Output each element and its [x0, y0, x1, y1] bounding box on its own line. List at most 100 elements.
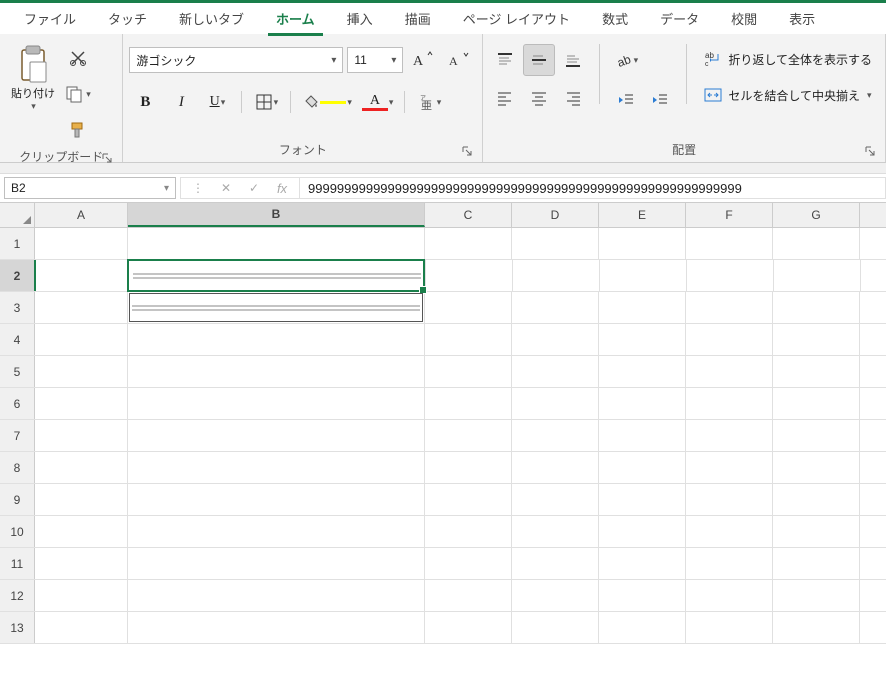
tab-formulas[interactable]: 数式: [592, 4, 638, 33]
cell-G12[interactable]: [773, 580, 860, 611]
cell-C7[interactable]: [425, 420, 512, 451]
cell-B4[interactable]: [128, 324, 425, 355]
cell-B6[interactable]: [128, 388, 425, 419]
format-painter-button[interactable]: [62, 114, 94, 146]
row-header-6[interactable]: 6: [0, 388, 35, 419]
cell-D13[interactable]: [512, 612, 599, 643]
font-name-selector[interactable]: 游ゴシック ▾: [129, 47, 343, 73]
cell-C4[interactable]: [425, 324, 512, 355]
cell-A10[interactable]: [35, 516, 128, 547]
cell-B9[interactable]: [128, 484, 425, 515]
cell-C8[interactable]: [425, 452, 512, 483]
cell-C2[interactable]: [426, 260, 513, 291]
cell-G9[interactable]: [773, 484, 860, 515]
cell-E8[interactable]: [599, 452, 686, 483]
row-header-13[interactable]: 13: [0, 612, 35, 643]
row-header-4[interactable]: 4: [0, 324, 35, 355]
cell-B8[interactable]: [128, 452, 425, 483]
cell-A8[interactable]: [35, 452, 128, 483]
tab-page-layout[interactable]: ページ レイアウト: [453, 4, 580, 33]
cell-D7[interactable]: [512, 420, 599, 451]
decrease-font-size-button[interactable]: A: [443, 44, 475, 76]
cell-B5[interactable]: [128, 356, 425, 387]
wrap-text-button[interactable]: abc 折り返して全体を表示する: [697, 44, 879, 74]
tab-data[interactable]: データ: [650, 4, 709, 33]
cell-E5[interactable]: [599, 356, 686, 387]
cell-F9[interactable]: [686, 484, 773, 515]
cell-D4[interactable]: [512, 324, 599, 355]
cell-D2[interactable]: [513, 260, 600, 291]
cell-A1[interactable]: [35, 228, 128, 259]
cell-A5[interactable]: [35, 356, 128, 387]
tab-newtab[interactable]: 新しいタブ: [169, 4, 254, 33]
align-top-button[interactable]: [489, 44, 521, 76]
cell-F11[interactable]: [686, 548, 773, 579]
bold-button[interactable]: B: [129, 86, 161, 118]
cell-E9[interactable]: [599, 484, 686, 515]
cell-D9[interactable]: [512, 484, 599, 515]
row-header-5[interactable]: 5: [0, 356, 35, 387]
cell-C9[interactable]: [425, 484, 512, 515]
cell-A7[interactable]: [35, 420, 128, 451]
align-right-button[interactable]: [557, 82, 589, 114]
cell-F7[interactable]: [686, 420, 773, 451]
tab-touch[interactable]: タッチ: [98, 4, 157, 33]
formula-handle-icon[interactable]: ⋮: [189, 181, 207, 195]
col-header-G[interactable]: G: [773, 203, 860, 227]
name-box[interactable]: B2 ▾: [4, 177, 176, 199]
col-header-A[interactable]: A: [35, 203, 128, 227]
cell-G8[interactable]: [773, 452, 860, 483]
cancel-formula-button[interactable]: ✕: [217, 181, 235, 195]
cell-D3[interactable]: [512, 292, 599, 323]
underline-button[interactable]: U▾: [201, 86, 233, 118]
cell-A2[interactable]: [36, 260, 129, 291]
cut-button[interactable]: [62, 42, 94, 74]
font-dialog-launcher[interactable]: [460, 144, 474, 158]
cell-D12[interactable]: [512, 580, 599, 611]
cell-A3[interactable]: [35, 292, 128, 323]
paste-button[interactable]: 貼り付け▾: [6, 38, 60, 118]
font-color-button[interactable]: A ▾: [359, 86, 397, 118]
alignment-dialog-launcher[interactable]: [863, 144, 877, 158]
cell-F2[interactable]: [687, 260, 774, 291]
row-header-10[interactable]: 10: [0, 516, 35, 547]
col-header-F[interactable]: F: [686, 203, 773, 227]
cell-A4[interactable]: [35, 324, 128, 355]
tab-home[interactable]: ホーム: [266, 4, 325, 33]
increase-indent-button[interactable]: [644, 84, 676, 116]
cell-A13[interactable]: [35, 612, 128, 643]
cell-F4[interactable]: [686, 324, 773, 355]
cell-G10[interactable]: [773, 516, 860, 547]
align-left-button[interactable]: [489, 82, 521, 114]
cell-F5[interactable]: [686, 356, 773, 387]
cell-D1[interactable]: [512, 228, 599, 259]
cell-G6[interactable]: [773, 388, 860, 419]
row-header-12[interactable]: 12: [0, 580, 35, 611]
col-header-E[interactable]: E: [599, 203, 686, 227]
align-center-button[interactable]: [523, 82, 555, 114]
cell-G1[interactable]: [773, 228, 860, 259]
tab-draw[interactable]: 描画: [395, 4, 441, 33]
cell-B12[interactable]: [128, 580, 425, 611]
cell-E11[interactable]: [599, 548, 686, 579]
cell-D10[interactable]: [512, 516, 599, 547]
row-header-1[interactable]: 1: [0, 228, 35, 259]
cell-C3[interactable]: [425, 292, 512, 323]
cell-F10[interactable]: [686, 516, 773, 547]
cell-E12[interactable]: [599, 580, 686, 611]
cell-D11[interactable]: [512, 548, 599, 579]
row-header-2[interactable]: 2: [0, 260, 36, 291]
cell-G13[interactable]: [773, 612, 860, 643]
cell-G11[interactable]: [773, 548, 860, 579]
phonetic-button[interactable]: ア亜 ▾: [413, 86, 445, 118]
cell-B1[interactable]: [128, 228, 425, 259]
cell-F3[interactable]: [686, 292, 773, 323]
formula-input[interactable]: 9999999999999999999999999999999999999999…: [299, 177, 886, 199]
select-all-corner[interactable]: [0, 203, 35, 227]
cell-E4[interactable]: [599, 324, 686, 355]
cell-E13[interactable]: [599, 612, 686, 643]
cell-B10[interactable]: [128, 516, 425, 547]
increase-font-size-button[interactable]: A: [407, 44, 439, 76]
row-header-11[interactable]: 11: [0, 548, 35, 579]
cell-A11[interactable]: [35, 548, 128, 579]
